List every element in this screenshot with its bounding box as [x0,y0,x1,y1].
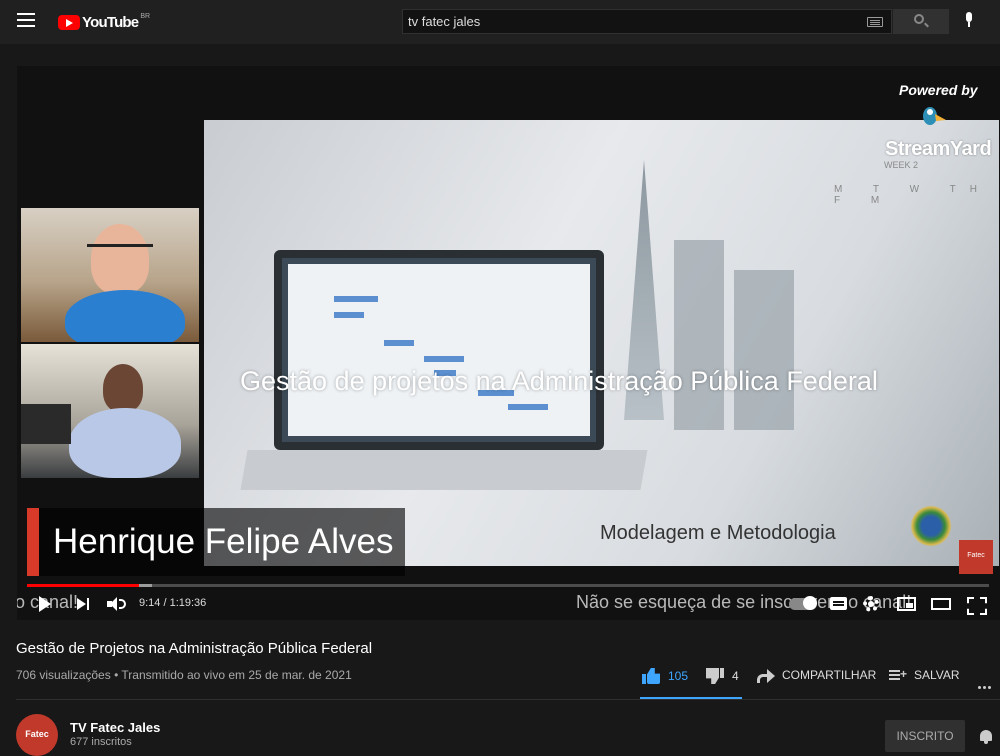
slide-calendar: M T W TH F M [834,184,991,206]
time-display: 9:14 / 1:19:36 [139,597,207,609]
more-options-icon[interactable] [978,676,994,689]
channel-name[interactable]: TV Fatec Jales [70,720,160,735]
streamyard-text: StreamYard [885,138,992,160]
stream-date: Transmitido ao vivo em 25 de mar. de 202… [121,668,352,682]
meta-separator: • [114,668,119,682]
save-button[interactable]: SALVAR [889,667,960,682]
youtube-logo[interactable]: YouTube BR [58,12,150,32]
search-icon [914,14,924,24]
autoplay-toggle[interactable] [789,596,817,610]
video-meta: 706 visualizações • Transmitido ao vivo … [16,668,352,682]
powered-by-label: Powered by [899,82,978,98]
ticker-right: Não se esqueça de se inscrever no canal! [576,592,912,612]
slide-frame: WEEK 2 M T W TH F M Gestão de projetos n… [204,120,999,574]
lower-third-name: Henrique Felipe Alves [53,522,394,561]
view-count: 706 visualizações [16,668,111,682]
fatec-badge: Fatec [959,540,993,574]
like-count: 105 [668,669,689,683]
gear-icon[interactable] [863,596,879,612]
top-bar: YouTube BR [0,0,1000,44]
dislike-count: 4 [732,669,739,683]
playlist-add-icon [889,667,907,681]
slide-laptop [274,250,604,450]
streamyard-logo-icon [923,107,946,125]
fullscreen-icon[interactable] [967,597,983,611]
logo-country: BR [140,12,151,20]
progress-played [27,584,139,587]
slide-title: Gestão de projetos na Administração Públ… [240,366,878,396]
logo-text: YouTube [82,13,139,31]
share-icon [757,668,775,683]
thumb-up-icon [642,668,660,684]
video-player[interactable]: WEEK 2 M T W TH F M Gestão de projetos n… [17,66,1000,620]
video-title: Gestão de Projetos na Administração Públ… [16,640,373,657]
search-box [402,9,892,34]
microphone-icon[interactable] [962,12,976,30]
keyboard-icon[interactable] [867,17,883,27]
next-icon[interactable] [77,597,91,611]
share-label: COMPARTILHAR [782,668,877,682]
player-controls: o canal! Não se esqueça de se inscrever … [17,588,1000,620]
miniplayer-icon[interactable] [897,597,916,611]
play-icon[interactable] [39,596,51,612]
lower-third-accent [27,508,39,576]
share-button[interactable]: COMPARTILHAR [757,668,877,683]
volume-icon[interactable] [107,597,127,611]
brazil-emblem-icon [909,504,953,548]
menu-icon[interactable] [17,13,35,27]
divider [16,699,1000,700]
save-label: SALVAR [914,668,960,682]
like-button[interactable]: 105 [642,668,688,684]
theater-mode-icon[interactable] [931,598,951,610]
webcam-tile-2 [21,344,199,478]
video-actions: 105 4 COMPARTILHAR SALVAR [640,662,1000,699]
subscribed-button[interactable]: INSCRITO [885,720,965,752]
subscriber-count: 677 inscritos [70,736,132,748]
youtube-play-icon [58,14,80,30]
bell-icon[interactable] [978,728,994,744]
captions-icon[interactable] [830,597,847,610]
progress-bar[interactable] [27,584,989,587]
slide-week: WEEK 2 [884,160,919,170]
slide-subtitle: Modelagem e Metodologia [600,522,836,544]
dislike-button[interactable]: 4 [706,668,739,684]
search-input[interactable] [403,10,863,33]
slide-laptop-base [240,450,648,490]
lower-third: Henrique Felipe Alves [27,508,405,576]
thumb-down-icon [706,668,724,684]
search-button[interactable] [893,9,949,34]
webcam-tile-1 [21,208,199,342]
